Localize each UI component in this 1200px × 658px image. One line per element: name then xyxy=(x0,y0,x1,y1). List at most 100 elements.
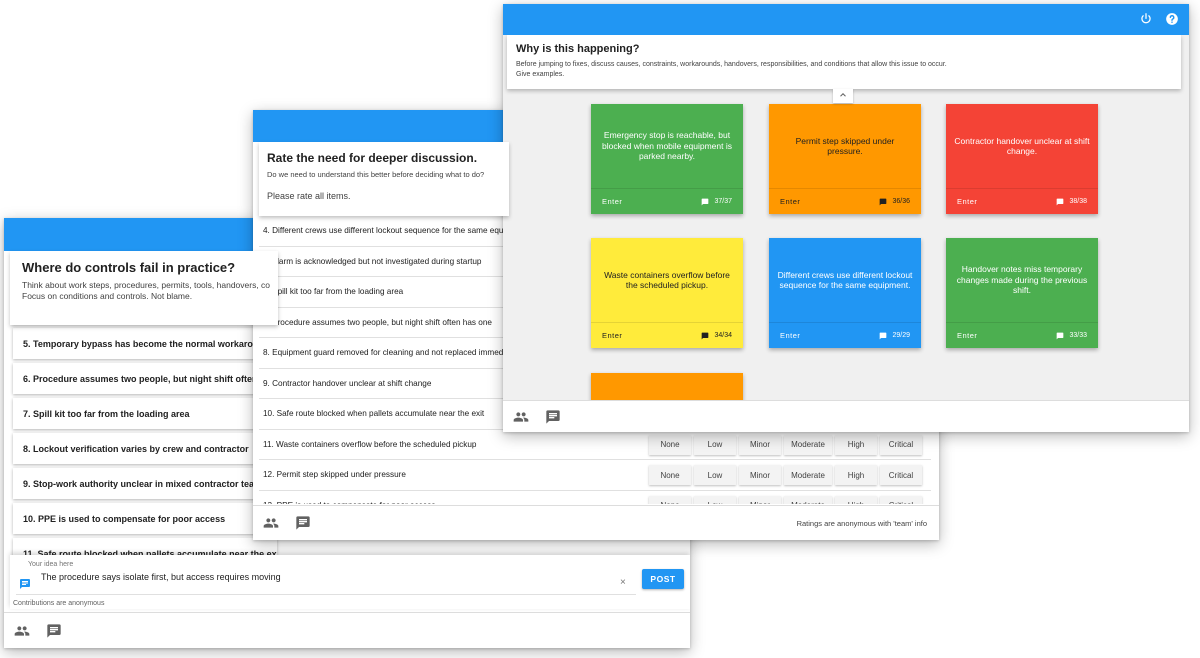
chevron-up-icon xyxy=(838,87,848,105)
enter-button[interactable]: Enter xyxy=(602,331,622,340)
bottom-bar xyxy=(4,612,690,648)
enter-button[interactable]: Enter xyxy=(957,197,977,206)
power-icon[interactable] xyxy=(1139,12,1153,26)
rating-item-label: 13. PPE is used to compensate for poor a… xyxy=(263,501,436,505)
question-description: Before jumping to fixes, discuss causes,… xyxy=(516,61,947,68)
cause-card[interactable]: Handover notes miss temporary changes ma… xyxy=(946,238,1098,348)
idea-card[interactable]: 11. Safe route blocked when pallets accu… xyxy=(13,538,277,555)
cause-card-actions: Enter 38/38 xyxy=(946,188,1098,214)
comment-count: 38/38 xyxy=(1056,198,1087,206)
rate-instruction: Please rate all items. xyxy=(267,191,351,201)
rating-option-button[interactable]: Critical xyxy=(880,465,922,485)
enter-button[interactable]: Enter xyxy=(602,197,622,206)
people-icon[interactable] xyxy=(513,409,529,425)
cause-card[interactable]: Different crews use different lockout se… xyxy=(769,238,921,348)
rating-option-button[interactable]: Low xyxy=(694,495,736,504)
cause-card[interactable]: Permit step skipped under pressure. Enter… xyxy=(769,104,921,214)
rating-item-label: 8. Equipment guard removed for cleaning … xyxy=(263,348,523,357)
rating-option-button[interactable]: Minor xyxy=(739,465,781,485)
cause-card-actions: Enter 34/34 xyxy=(591,322,743,348)
comment-count-value: 34/34 xyxy=(714,332,732,339)
anonymous-note: Ratings are anonymous with 'team' info xyxy=(796,518,927,528)
question-title: Why is this happening? xyxy=(516,43,640,55)
rating-button-group: NoneLowMinorModerateHighCritical xyxy=(649,465,922,485)
rating-option-button[interactable]: Moderate xyxy=(784,465,832,485)
question-description: Think about work steps, procedures, perm… xyxy=(22,280,271,290)
comment-icon xyxy=(701,332,709,340)
cause-card[interactable]: Emergency stop is reachable, but blocked… xyxy=(591,104,743,214)
chat-icon[interactable] xyxy=(46,623,62,639)
idea-input[interactable]: Your idea here The procedure says isolat… xyxy=(16,559,636,595)
chat-icon[interactable] xyxy=(295,515,311,531)
rating-option-button[interactable]: Low xyxy=(694,434,736,455)
rating-option-button[interactable]: High xyxy=(835,495,877,504)
cause-card-text: Contractor handover unclear at shift cha… xyxy=(954,135,1090,157)
comment-count-value: 37/37 xyxy=(714,198,732,205)
rating-option-button[interactable]: Moderate xyxy=(784,495,832,504)
people-icon[interactable] xyxy=(14,623,30,639)
cause-card-text: Handover notes miss temporary changes ma… xyxy=(956,264,1088,296)
rating-option-button[interactable]: High xyxy=(835,465,877,485)
comment-icon xyxy=(879,198,887,206)
rating-option-button[interactable]: None xyxy=(649,434,691,455)
cause-card[interactable]: Waste containers overflow before the sch… xyxy=(591,238,743,348)
rating-row: 13. PPE is used to compensate for poor a… xyxy=(259,491,931,505)
idea-card[interactable]: 5. Temporary bypass has become the norma… xyxy=(13,328,277,359)
question-hint: Focus on conditions and controls. Not bl… xyxy=(22,291,193,301)
cause-card[interactable] xyxy=(591,373,743,400)
rating-item-label: 9. Contractor handover unclear at shift … xyxy=(263,378,432,388)
anonymous-note: Contributions are anonymous xyxy=(13,600,105,607)
cause-card-actions: Enter 33/33 xyxy=(946,322,1098,348)
post-button[interactable]: POST xyxy=(642,569,684,589)
cause-card-actions: Enter 36/36 xyxy=(769,188,921,214)
clear-icon[interactable]: × xyxy=(620,577,626,588)
app-bar xyxy=(503,4,1189,35)
rating-option-button[interactable]: High xyxy=(835,434,877,455)
comment-count-value: 33/33 xyxy=(1069,332,1087,339)
comment-count-value: 38/38 xyxy=(1069,198,1087,205)
idea-card[interactable]: 7. Spill kit too far from the loading ar… xyxy=(13,398,277,429)
rating-item-label: 7. Procedure assumes two people, but nig… xyxy=(263,317,492,327)
question-hint: Give examples. xyxy=(516,71,565,78)
question-panel: Where do controls fail in practice? Thin… xyxy=(10,251,278,325)
cause-card[interactable]: Contractor handover unclear at shift cha… xyxy=(946,104,1098,214)
rating-option-button[interactable]: Critical xyxy=(880,434,922,455)
question-title: Rate the need for deeper discussion. xyxy=(267,151,478,165)
message-icon xyxy=(19,577,31,589)
rating-option-button[interactable]: None xyxy=(649,495,691,504)
rating-option-button[interactable]: Minor xyxy=(739,495,781,504)
rating-option-button[interactable]: Low xyxy=(694,465,736,485)
collapse-panel-button[interactable] xyxy=(833,89,853,103)
comment-icon xyxy=(1056,198,1064,206)
question-panel: Rate the need for deeper discussion. Do … xyxy=(259,142,509,216)
comment-icon xyxy=(879,332,887,340)
enter-button[interactable]: Enter xyxy=(780,331,800,340)
comment-count: 36/36 xyxy=(879,198,910,206)
people-icon[interactable] xyxy=(263,515,279,531)
comment-count-value: 29/29 xyxy=(892,332,910,339)
idea-card[interactable]: 9. Stop-work authority unclear in mixed … xyxy=(13,468,277,499)
bottom-bar: Ratings are anonymous with 'team' info xyxy=(253,505,939,540)
rating-option-button[interactable]: Minor xyxy=(739,434,781,455)
cause-card-text: Different crews use different lockout se… xyxy=(777,269,913,291)
enter-button[interactable]: Enter xyxy=(957,331,977,340)
rating-row: 12. Permit step skipped under pressure No… xyxy=(259,460,931,491)
comment-count: 34/34 xyxy=(701,332,732,340)
help-icon[interactable] xyxy=(1165,12,1179,26)
enter-button[interactable]: Enter xyxy=(780,197,800,206)
rating-item-label: 6. Spill kit too far from the loading ar… xyxy=(263,287,404,296)
idea-card[interactable]: 6. Procedure assumes two people, but nig… xyxy=(13,363,277,394)
comment-count: 33/33 xyxy=(1056,332,1087,340)
rating-option-button[interactable]: Critical xyxy=(880,495,922,504)
idea-card[interactable]: 10. PPE is used to compensate for poor a… xyxy=(13,503,277,534)
cause-card-text: Waste containers overflow before the sch… xyxy=(604,269,730,291)
idea-input-value[interactable]: The procedure says isolate first, but ac… xyxy=(41,572,281,582)
idea-composer: Your idea here The procedure says isolat… xyxy=(10,555,690,609)
cause-card-actions: Enter 29/29 xyxy=(769,322,921,348)
rating-item-label: 11. Waste containers overflow before the… xyxy=(263,439,477,449)
rating-option-button[interactable]: None xyxy=(649,465,691,485)
idea-list[interactable]: 5. Temporary bypass has become the norma… xyxy=(10,315,281,555)
idea-card[interactable]: 8. Lockout verification varies by crew a… xyxy=(13,433,277,464)
rating-option-button[interactable]: Moderate xyxy=(784,434,832,455)
chat-icon[interactable] xyxy=(545,409,561,425)
